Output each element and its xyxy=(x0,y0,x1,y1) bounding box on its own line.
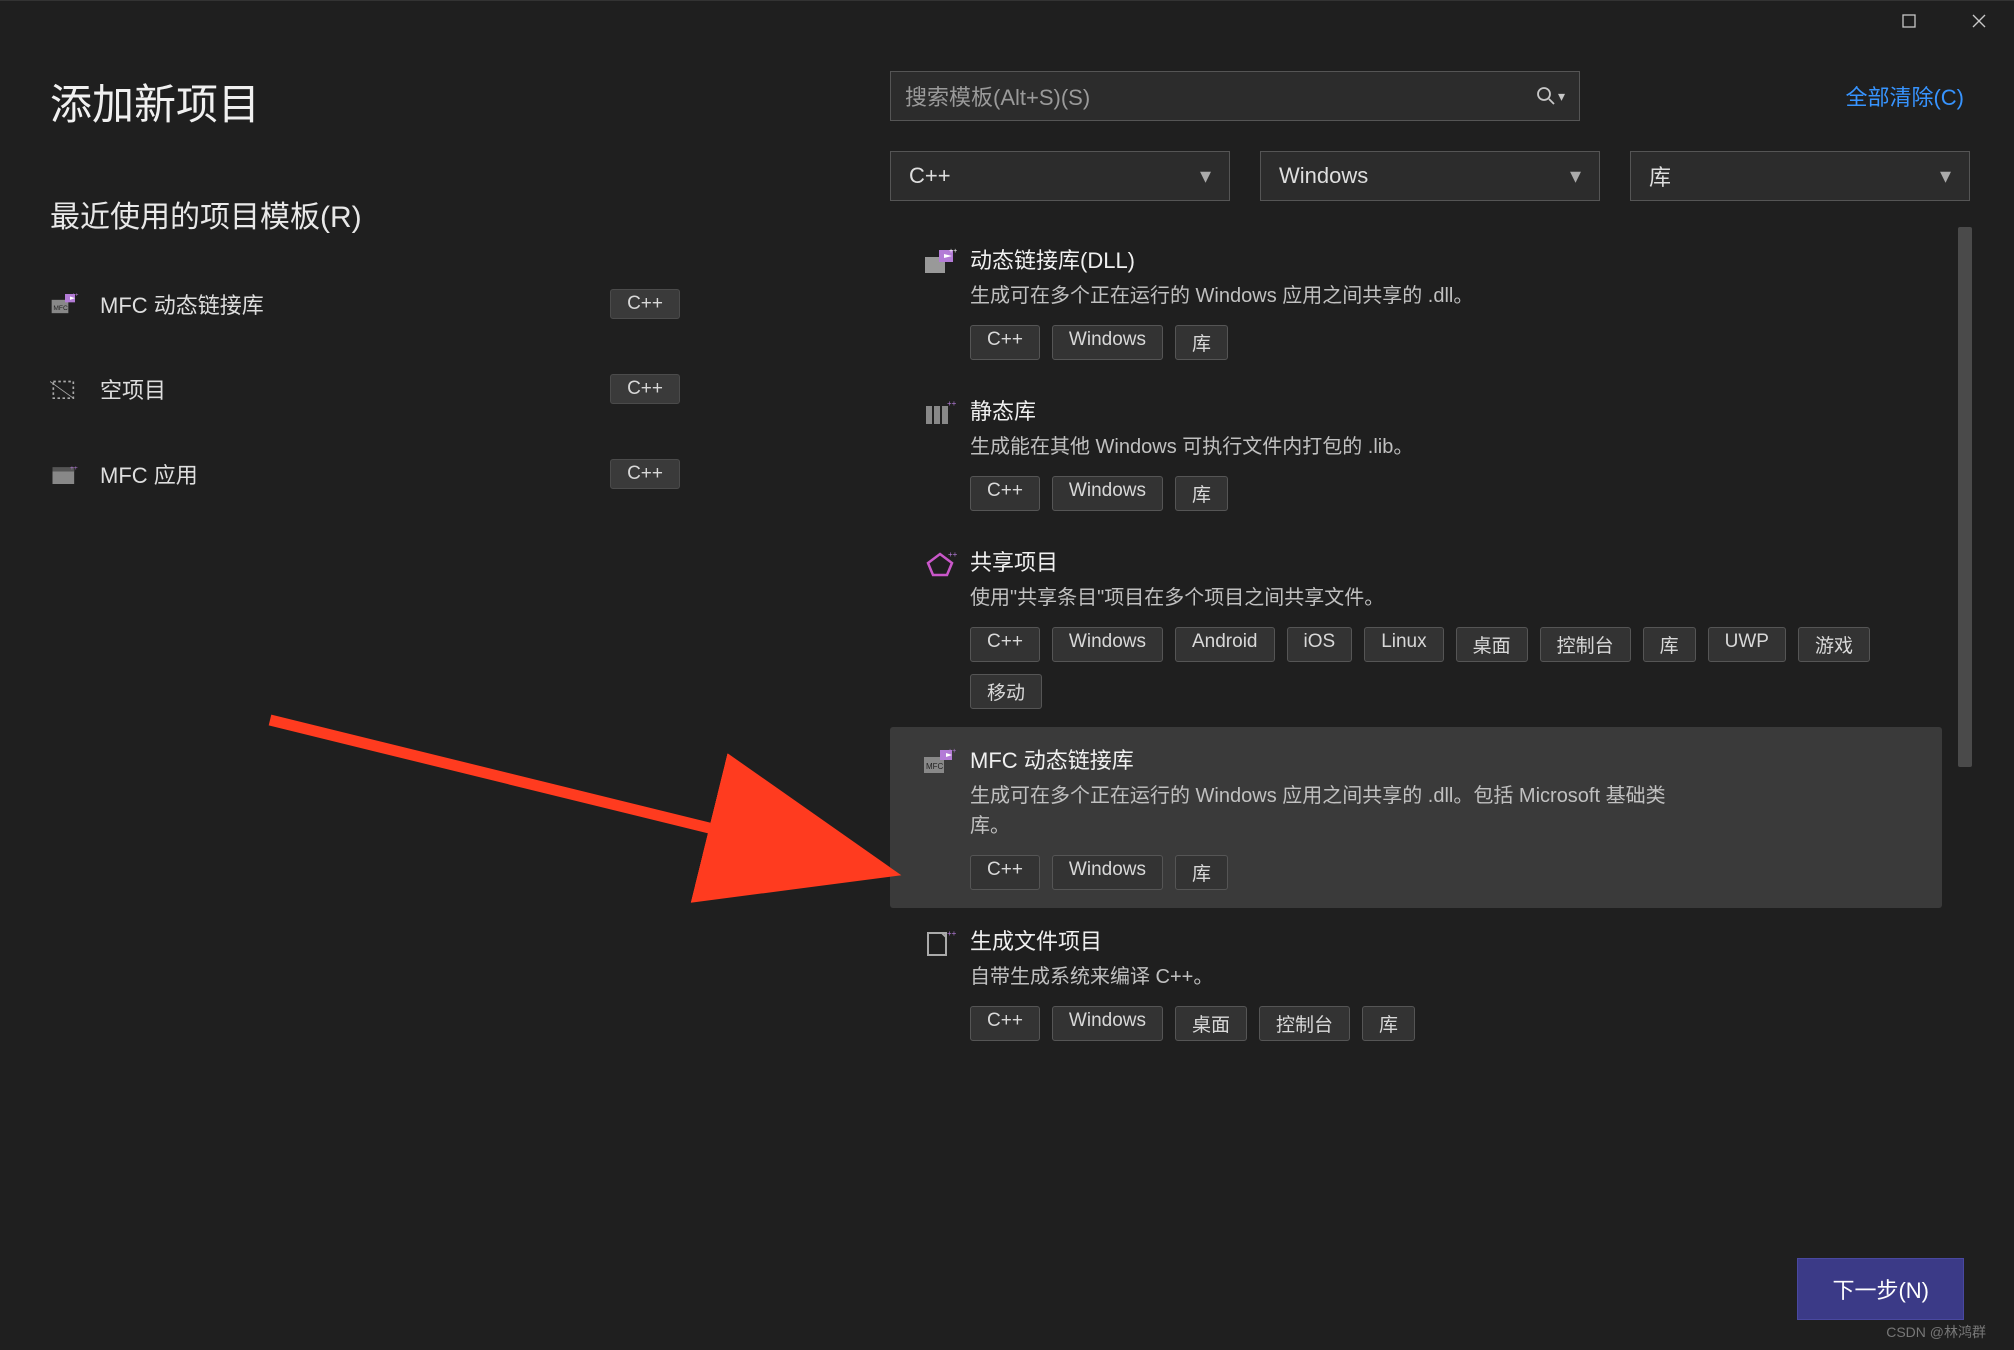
scrollbar[interactable] xyxy=(1956,227,1974,1238)
template-tag: C++ xyxy=(970,627,1040,662)
project-type-filter[interactable]: 库 ▾ xyxy=(1630,151,1970,201)
scrollbar-thumb[interactable] xyxy=(1958,227,1972,767)
template-description: 生成可在多个正在运行的 Windows 应用之间共享的 .dll。 xyxy=(970,281,1670,311)
template-tag: 移动 xyxy=(970,674,1042,709)
template-tags: C++ Windows 库 xyxy=(970,325,1922,360)
add-new-project-dialog: 添加新项目 最近使用的项目模板(R) MFC++MFC 动态链接库C++空项目C… xyxy=(0,0,2014,1350)
template-tag: 桌面 xyxy=(1456,627,1528,662)
template-tag: Windows xyxy=(1052,476,1163,511)
template-tag: Windows xyxy=(1052,855,1163,890)
chevron-down-icon: ▾ xyxy=(1200,163,1211,189)
template-tag: C++ xyxy=(970,1006,1040,1041)
template-tag: Windows xyxy=(1052,627,1163,662)
template-tag: 桌面 xyxy=(1175,1006,1247,1041)
template-tag: 控制台 xyxy=(1259,1006,1350,1041)
template-tag: 库 xyxy=(1362,1006,1415,1041)
maximize-button[interactable] xyxy=(1874,1,1944,41)
clear-all-link[interactable]: 全部清除(C) xyxy=(1845,80,1964,112)
template-tag: 库 xyxy=(1175,855,1228,890)
mfc-dll-icon: MFC ++ xyxy=(50,291,80,317)
template-tag: Windows xyxy=(1052,325,1163,360)
language-filter[interactable]: C++ ▾ xyxy=(890,151,1230,201)
chevron-down-icon: ▾ xyxy=(1570,163,1581,189)
svg-text:++: ++ xyxy=(947,399,957,408)
template-description: 使用"共享条目"项目在多个项目之间共享文件。 xyxy=(970,583,1670,613)
recent-template-name: MFC 应用 xyxy=(100,458,610,490)
template-tag: 游戏 xyxy=(1798,627,1870,662)
svg-text:++: ++ xyxy=(70,464,78,471)
dll-icon: ++ xyxy=(910,243,970,360)
template-tag: Windows xyxy=(1052,1006,1163,1041)
template-item[interactable]: ++ 静态库生成能在其他 Windows 可执行文件内打包的 .lib。 C++ Wi… xyxy=(890,378,1942,529)
shared-icon: ++ xyxy=(910,545,970,709)
chevron-down-icon: ▾ xyxy=(1940,163,1951,189)
mfc-app-icon: ++ xyxy=(50,461,80,487)
svg-text:++: ++ xyxy=(947,929,957,938)
template-title: 动态链接库(DLL) xyxy=(970,243,1922,275)
watermark: CSDN @林鸿群 xyxy=(1886,1322,1986,1342)
template-description: 生成可在多个正在运行的 Windows 应用之间共享的 .dll。包括 Micr… xyxy=(970,781,1670,841)
template-tag: UWP xyxy=(1708,627,1786,662)
next-button[interactable]: 下一步(N) xyxy=(1797,1258,1964,1320)
template-tag: C++ xyxy=(970,855,1040,890)
template-description: 自带生成系统来编译 C++。 xyxy=(970,962,1670,992)
template-tags: C++ Windows 库 xyxy=(970,476,1922,511)
template-tags: C++ Windows Android iOS Linux 桌面控制台库 UWP 游戏移动 xyxy=(970,627,1922,709)
search-input[interactable]: 搜索模板(Alt+S)(S) ▾ xyxy=(890,71,1580,121)
svg-text:MFC: MFC xyxy=(926,762,944,771)
language-filter-value: C++ xyxy=(909,163,1190,189)
template-item[interactable]: ++ 共享项目使用"共享条目"项目在多个项目之间共享文件。 C++ Windows An… xyxy=(890,529,1942,727)
search-placeholder: 搜索模板(Alt+S)(S) xyxy=(905,80,1536,112)
svg-text:++: ++ xyxy=(72,292,79,298)
close-button[interactable] xyxy=(1944,1,2014,41)
recent-template-lang: C++ xyxy=(610,289,680,319)
template-tags: C++ Windows 桌面控制台库 xyxy=(970,1006,1922,1041)
project-type-filter-value: 库 xyxy=(1649,160,1930,192)
recent-templates-list: MFC++MFC 动态链接库C++空项目C++++MFC 应用C++ xyxy=(50,276,840,501)
recent-templates-heading: 最近使用的项目模板(R) xyxy=(50,192,840,236)
recent-template-lang: C++ xyxy=(610,374,680,404)
template-tag: Android xyxy=(1175,627,1275,662)
makefile-icon: ++ xyxy=(910,924,970,1041)
recent-template-item[interactable]: ++ MFC 应用C++ xyxy=(50,446,840,501)
platform-filter-value: Windows xyxy=(1279,163,1560,189)
lib-icon: ++ xyxy=(910,394,970,511)
svg-text:MFC: MFC xyxy=(53,304,68,311)
template-tag: Linux xyxy=(1364,627,1443,662)
template-title: MFC 动态链接库 xyxy=(970,743,1922,775)
template-item[interactable]: ++ 生成文件项目自带生成系统来编译 C++。 C++ Windows 桌面控制台库 xyxy=(890,908,1942,1059)
template-tag: 库 xyxy=(1175,476,1228,511)
svg-text:++: ++ xyxy=(949,248,957,255)
recent-template-item[interactable]: 空项目C++ xyxy=(50,361,840,416)
svg-text:++: ++ xyxy=(948,550,958,559)
titlebar xyxy=(0,1,2014,41)
recent-template-item[interactable]: MFC ++ MFC 动态链接库C++ xyxy=(50,276,840,331)
recent-template-name: 空项目 xyxy=(100,373,610,405)
platform-filter[interactable]: Windows ▾ xyxy=(1260,151,1600,201)
search-icon[interactable]: ▾ xyxy=(1536,86,1565,106)
template-item[interactable]: MFC ++ MFC 动态链接库生成可在多个正在运行的 Windows 应用之间共享… xyxy=(890,727,1942,908)
recent-template-lang: C++ xyxy=(610,459,680,489)
empty-project-icon xyxy=(50,376,80,402)
template-tag: iOS xyxy=(1287,627,1353,662)
svg-text:++: ++ xyxy=(948,748,956,755)
template-tag: C++ xyxy=(970,325,1040,360)
template-title: 共享项目 xyxy=(970,545,1922,577)
template-tag: C++ xyxy=(970,476,1040,511)
template-title: 静态库 xyxy=(970,394,1922,426)
page-title: 添加新项目 xyxy=(50,71,840,132)
mfc-dll-icon: MFC ++ xyxy=(910,743,970,890)
template-title: 生成文件项目 xyxy=(970,924,1922,956)
template-tags: C++ Windows 库 xyxy=(970,855,1922,890)
template-tag: 库 xyxy=(1643,627,1696,662)
template-description: 生成能在其他 Windows 可执行文件内打包的 .lib。 xyxy=(970,432,1670,462)
template-tag: 控制台 xyxy=(1540,627,1631,662)
template-item[interactable]: ++ 动态链接库(DLL) 生成可在多个正在运行的 Windows 应用之间共享的 … xyxy=(890,227,1942,378)
template-tag: 库 xyxy=(1175,325,1228,360)
templates-list: ++ 动态链接库(DLL) 生成可在多个正在运行的 Windows 应用之间共享的 … xyxy=(890,227,1956,1238)
recent-template-name: MFC 动态链接库 xyxy=(100,288,610,320)
